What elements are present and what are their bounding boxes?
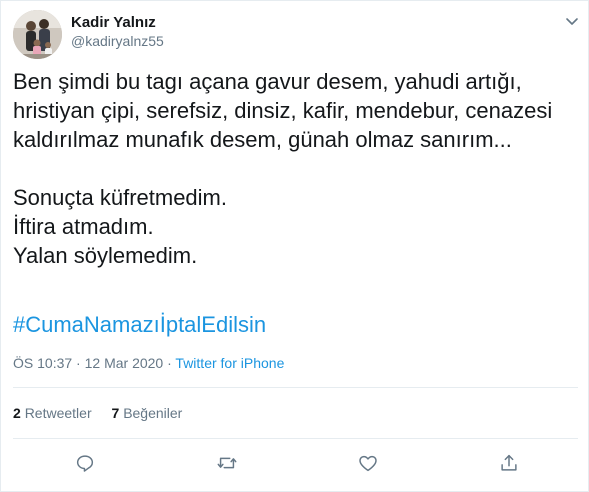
tweet-card: Kadir Yalnız @kadiryalnz55 Ben şimdi bu … [0, 0, 589, 492]
likes-count: 7 [111, 405, 120, 421]
retweets-stat[interactable]: 2 Retweetler [13, 405, 92, 421]
avatar-photo [13, 10, 62, 59]
tweet-text-line: Yalan söylemedim. [13, 243, 198, 268]
tweet-text-line: kaldırılmaz munafık desem, günah olmaz s… [13, 127, 512, 152]
retweets-count: 2 [13, 405, 21, 421]
retweets-label: Retweetler [24, 405, 92, 421]
tweet-meta: ÖS 10:37 · 12 Mar 2020 · Twitter for iPh… [13, 355, 284, 371]
hashtag-link[interactable]: #CumaNamazıİptalEdilsin [13, 312, 266, 338]
tweet-time[interactable]: ÖS 10:37 [13, 355, 72, 371]
meta-separator: · [167, 355, 172, 371]
heart-icon[interactable] [357, 452, 381, 476]
author-name[interactable]: Kadir Yalnız [71, 14, 156, 31]
meta-separator: · [76, 355, 81, 371]
likes-label: Beğeniler [123, 405, 183, 421]
divider [13, 387, 578, 388]
tweet-actions [1, 452, 589, 476]
tweet-text-line: Sonuçta küfretmedim. [13, 185, 227, 210]
tweet-source-link[interactable]: Twitter for iPhone [175, 355, 284, 371]
author-handle[interactable]: @kadiryalnz55 [71, 33, 164, 49]
tweet-stats: 2 Retweetler 7 Beğeniler [13, 405, 198, 421]
retweet-icon[interactable] [216, 452, 240, 476]
tweet-text: Ben şimdi bu tagı açana gavur desem, yah… [13, 67, 578, 270]
share-icon[interactable] [498, 452, 522, 476]
tweet-date[interactable]: 12 Mar 2020 [85, 355, 164, 371]
tweet-text-line: hristiyan çipi, serefsiz, dinsiz, kafir,… [13, 98, 553, 123]
avatar[interactable] [13, 10, 62, 59]
chevron-down-icon[interactable] [564, 13, 580, 29]
tweet-text-line: Ben şimdi bu tagı açana gavur desem, yah… [13, 69, 522, 94]
likes-stat[interactable]: 7 Beğeniler [112, 405, 183, 421]
reply-icon[interactable] [74, 452, 98, 476]
tweet-text-line: İftira atmadım. [13, 214, 154, 239]
divider [13, 438, 578, 439]
